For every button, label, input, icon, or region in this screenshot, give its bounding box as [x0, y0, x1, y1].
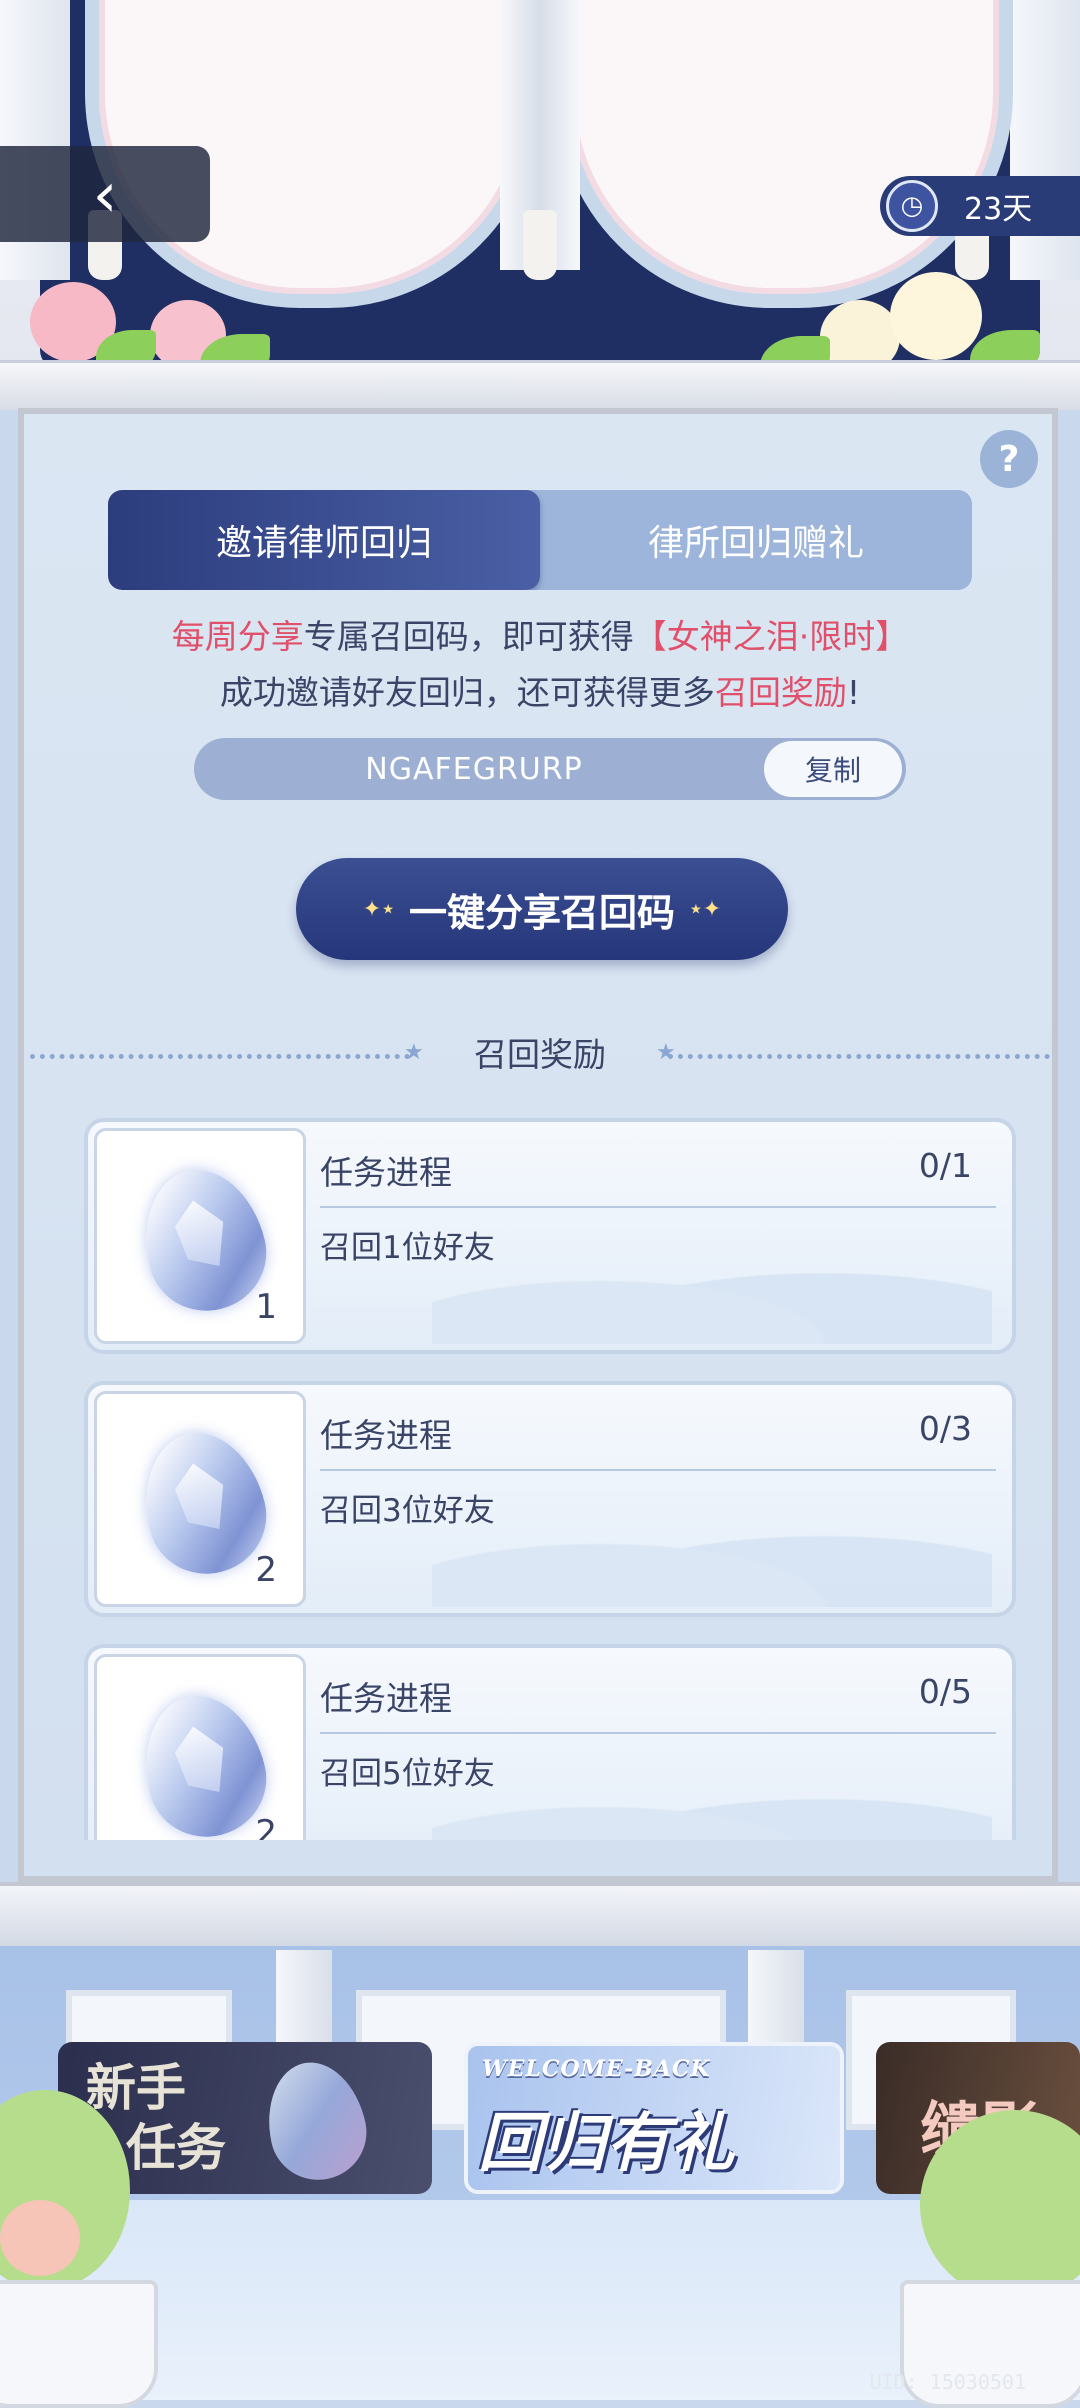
- divider: [320, 1206, 996, 1208]
- reward-card: 2 任务进程 0/5 召回5位好友: [84, 1644, 1016, 1840]
- tab-invite-lawyer[interactable]: 邀请律师回归: [108, 490, 540, 590]
- task-description: 召回5位好友: [320, 1756, 495, 1792]
- task-progress: 0/1: [918, 1146, 972, 1185]
- help-button[interactable]: ?: [980, 430, 1038, 488]
- clock-icon: ◷: [886, 180, 938, 232]
- item-quantity: 2: [255, 1550, 277, 1590]
- question-icon: ?: [998, 438, 1020, 480]
- star-icon: ★: [656, 1040, 676, 1065]
- constellation-icon: ✦⋆: [362, 896, 395, 922]
- recall-code-value: NGAFEGRURP: [365, 751, 583, 787]
- banner-subtitle: WELCOME-BACK: [482, 2056, 711, 2082]
- days-remaining-badge: ◷ 23天: [880, 176, 1080, 236]
- reward-item-slot[interactable]: 1: [94, 1128, 306, 1344]
- hall-ledge: [0, 1882, 1080, 1946]
- promo-text: !: [846, 673, 861, 712]
- item-quantity: 2: [255, 1813, 277, 1840]
- recall-code-field: NGAFEGRURP 复制: [194, 738, 906, 800]
- divider: [320, 1732, 996, 1734]
- task-description: 召回3位好友: [320, 1493, 495, 1529]
- tab-label: 律所回归赠礼: [647, 523, 864, 564]
- share-recall-code-button[interactable]: ✦⋆ 一键分享召回码 ⋆✦: [296, 858, 788, 960]
- task-label: 任务进程: [320, 1679, 452, 1718]
- cloud-decoration: [432, 1234, 992, 1344]
- section-title: 召回奖励: [474, 1035, 606, 1074]
- rose-icon: [0, 2200, 80, 2276]
- constellation-icon: ⋆✦: [689, 896, 722, 922]
- promo-line-2: 成功邀请好友回归，还可获得更多召回奖励!: [0, 666, 1080, 714]
- section-divider-right: [668, 1054, 1050, 1059]
- promo-reward-name: 【女神之泪·限时】: [633, 617, 909, 656]
- promo-highlight: 每周分享: [171, 617, 304, 656]
- pillar-right: [1010, 0, 1080, 280]
- reward-card: 1 任务进程 0/1 召回1位好友: [84, 1118, 1016, 1354]
- window-ledge: [0, 360, 1080, 410]
- user-id: UID: 15030501: [869, 2370, 1026, 2394]
- promo-highlight: 召回奖励: [714, 673, 847, 712]
- task-progress: 0/3: [918, 1409, 972, 1448]
- chevron-left-icon: ‹: [92, 157, 118, 231]
- task-label: 任务进程: [320, 1153, 452, 1192]
- reward-item-slot[interactable]: 2: [94, 1391, 306, 1607]
- item-quantity: 1: [255, 1287, 277, 1327]
- copy-button[interactable]: 复制: [764, 741, 902, 797]
- tab-firm-return-gift[interactable]: 律所回归赠礼: [540, 490, 972, 590]
- tassel-icon: [523, 210, 557, 280]
- reward-list[interactable]: 1 任务进程 0/1 召回1位好友 2 任务进程 0/3 召回3位好友 2 任务…: [18, 1100, 1058, 1840]
- tab-label: 邀请律师回归: [215, 523, 432, 564]
- days-remaining-text: 23天: [964, 192, 1033, 227]
- promo-text: 成功邀请好友回归，还可获得更多: [219, 673, 715, 712]
- promo-line-1: 每周分享专属召回码，即可获得【女神之泪·限时】: [0, 610, 1080, 658]
- promo-text: 专属召回码，即可获得: [303, 617, 634, 656]
- back-button[interactable]: ‹: [0, 146, 210, 242]
- task-description: 召回1位好友: [320, 1230, 495, 1266]
- tab-bar: 邀请律师回归 律所回归赠礼: [108, 490, 972, 590]
- banner-title: 回归有礼: [478, 2106, 734, 2181]
- flower-pot: [0, 2280, 158, 2408]
- reward-card: 2 任务进程 0/3 召回3位好友: [84, 1381, 1016, 1617]
- share-button-label: 一键分享召回码: [408, 890, 675, 935]
- rose-icon: [890, 272, 982, 360]
- cloud-decoration: [432, 1497, 992, 1607]
- divider: [320, 1469, 996, 1471]
- task-progress: 0/5: [918, 1672, 972, 1711]
- task-label: 任务进程: [320, 1416, 452, 1455]
- reward-item-slot[interactable]: 2: [94, 1654, 306, 1840]
- welcome-back-banner[interactable]: WELCOME-BACK 回归有礼: [464, 2042, 844, 2194]
- cloud-decoration: [432, 1760, 992, 1840]
- goddess-tear-icon: [256, 2053, 376, 2189]
- banner-line: 新手: [86, 2058, 186, 2117]
